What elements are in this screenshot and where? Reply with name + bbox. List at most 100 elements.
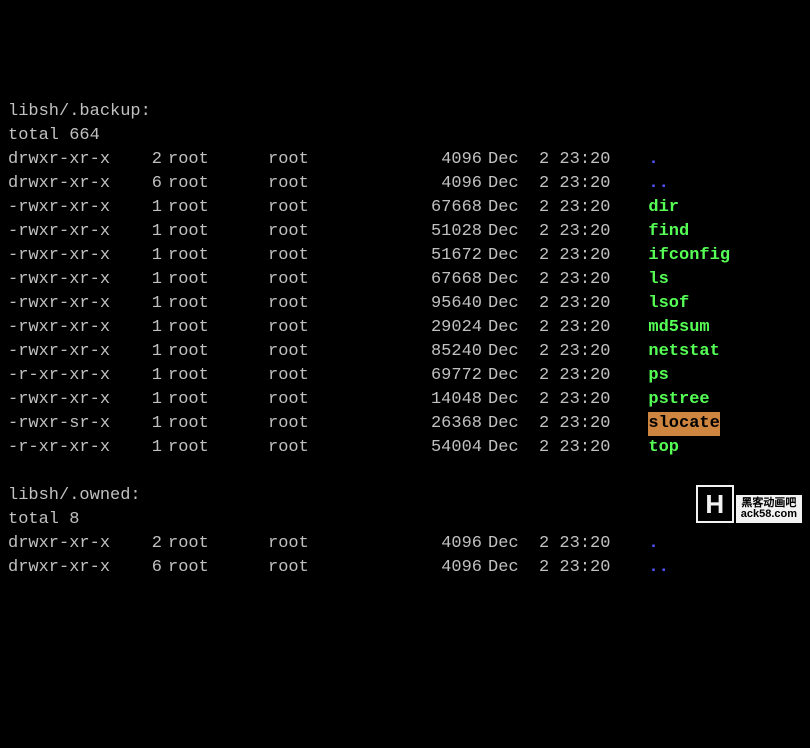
file-name: md5sum bbox=[648, 316, 709, 340]
file-date: Dec 2 23:20 bbox=[488, 316, 628, 340]
file-links: 1 bbox=[118, 364, 168, 388]
file-size: 67668 bbox=[388, 268, 488, 292]
file-size: 4096 bbox=[388, 172, 488, 196]
file-name: . bbox=[648, 148, 658, 172]
file-links: 1 bbox=[118, 220, 168, 244]
file-name: top bbox=[648, 436, 679, 460]
file-name: .. bbox=[648, 556, 668, 580]
file-name: pstree bbox=[648, 388, 709, 412]
file-date: Dec 2 23:20 bbox=[488, 244, 628, 268]
file-group: root bbox=[268, 292, 388, 316]
file-group: root bbox=[268, 220, 388, 244]
file-size: 95640 bbox=[388, 292, 488, 316]
file-size: 85240 bbox=[388, 340, 488, 364]
file-links: 1 bbox=[118, 268, 168, 292]
file-links: 6 bbox=[118, 556, 168, 580]
file-size: 54004 bbox=[388, 436, 488, 460]
file-group: root bbox=[268, 316, 388, 340]
blank-line bbox=[8, 460, 802, 484]
file-row: -rwxr-sr-x1rootroot26368Dec 2 23:20 sloc… bbox=[8, 412, 802, 436]
file-owner: root bbox=[168, 316, 268, 340]
file-owner: root bbox=[168, 148, 268, 172]
file-perms: -rwxr-xr-x bbox=[8, 388, 118, 412]
file-row: -rwxr-xr-x1rootroot95640Dec 2 23:20 lsof bbox=[8, 292, 802, 316]
file-perms: -rwxr-xr-x bbox=[8, 340, 118, 364]
file-group: root bbox=[268, 556, 388, 580]
file-perms: drwxr-xr-x bbox=[8, 556, 118, 580]
watermark-box: 黑客动画吧 ack58.com bbox=[736, 495, 802, 523]
file-name: slocate bbox=[648, 412, 719, 436]
file-row: -rwxr-xr-x1rootroot51672Dec 2 23:20 ifco… bbox=[8, 244, 802, 268]
file-row: -rwxr-xr-x1rootroot29024Dec 2 23:20 md5s… bbox=[8, 316, 802, 340]
file-size: 4096 bbox=[388, 148, 488, 172]
file-owner: root bbox=[168, 532, 268, 556]
file-links: 1 bbox=[118, 388, 168, 412]
file-row: -rwxr-xr-x1rootroot67668Dec 2 23:20 ls bbox=[8, 268, 802, 292]
file-name: . bbox=[648, 532, 658, 556]
file-size: 4096 bbox=[388, 532, 488, 556]
file-group: root bbox=[268, 364, 388, 388]
file-date: Dec 2 23:20 bbox=[488, 172, 628, 196]
file-perms: drwxr-xr-x bbox=[8, 532, 118, 556]
file-name: find bbox=[648, 220, 689, 244]
file-date: Dec 2 23:20 bbox=[488, 364, 628, 388]
file-links: 1 bbox=[118, 292, 168, 316]
section-header: libsh/.owned: bbox=[8, 484, 802, 508]
watermark: H 黑客动画吧 ack58.com bbox=[696, 485, 802, 523]
file-size: 69772 bbox=[388, 364, 488, 388]
watermark-logo: H bbox=[696, 485, 734, 523]
file-owner: root bbox=[168, 412, 268, 436]
file-size: 26368 bbox=[388, 412, 488, 436]
file-date: Dec 2 23:20 bbox=[488, 556, 628, 580]
file-owner: root bbox=[168, 436, 268, 460]
watermark-site: ack58.com bbox=[741, 509, 797, 520]
file-date: Dec 2 23:20 bbox=[488, 412, 628, 436]
file-group: root bbox=[268, 436, 388, 460]
file-date: Dec 2 23:20 bbox=[488, 340, 628, 364]
file-row: -rwxr-xr-x1rootroot85240Dec 2 23:20 nets… bbox=[8, 340, 802, 364]
file-perms: -rwxr-xr-x bbox=[8, 220, 118, 244]
file-links: 1 bbox=[118, 316, 168, 340]
file-date: Dec 2 23:20 bbox=[488, 292, 628, 316]
file-date: Dec 2 23:20 bbox=[488, 196, 628, 220]
file-links: 1 bbox=[118, 340, 168, 364]
file-group: root bbox=[268, 244, 388, 268]
file-row: -rwxr-xr-x1rootroot14048Dec 2 23:20 pstr… bbox=[8, 388, 802, 412]
file-perms: -rwxr-xr-x bbox=[8, 268, 118, 292]
file-group: root bbox=[268, 148, 388, 172]
file-row: drwxr-xr-x6rootroot4096Dec 2 23:20 .. bbox=[8, 556, 802, 580]
file-owner: root bbox=[168, 268, 268, 292]
file-owner: root bbox=[168, 364, 268, 388]
file-size: 14048 bbox=[388, 388, 488, 412]
file-owner: root bbox=[168, 244, 268, 268]
section-header: libsh/.backup: bbox=[8, 100, 802, 124]
file-row: drwxr-xr-x2rootroot4096Dec 2 23:20 . bbox=[8, 532, 802, 556]
file-links: 1 bbox=[118, 244, 168, 268]
file-perms: -r-xr-xr-x bbox=[8, 436, 118, 460]
file-group: root bbox=[268, 340, 388, 364]
file-size: 4096 bbox=[388, 556, 488, 580]
file-owner: root bbox=[168, 388, 268, 412]
file-size: 51672 bbox=[388, 244, 488, 268]
file-group: root bbox=[268, 532, 388, 556]
terminal-output: libsh/.backup:total 664drwxr-xr-x2rootro… bbox=[8, 100, 802, 580]
file-row: drwxr-xr-x2rootroot4096Dec 2 23:20 . bbox=[8, 148, 802, 172]
file-size: 29024 bbox=[388, 316, 488, 340]
file-name: ifconfig bbox=[648, 244, 730, 268]
file-perms: -rwxr-xr-x bbox=[8, 316, 118, 340]
file-owner: root bbox=[168, 556, 268, 580]
file-row: -r-xr-xr-x1rootroot54004Dec 2 23:20 top bbox=[8, 436, 802, 460]
file-date: Dec 2 23:20 bbox=[488, 148, 628, 172]
file-name: dir bbox=[648, 196, 679, 220]
file-owner: root bbox=[168, 220, 268, 244]
file-links: 1 bbox=[118, 412, 168, 436]
file-row: drwxr-xr-x6rootroot4096Dec 2 23:20 .. bbox=[8, 172, 802, 196]
file-owner: root bbox=[168, 172, 268, 196]
file-perms: drwxr-xr-x bbox=[8, 172, 118, 196]
file-size: 67668 bbox=[388, 196, 488, 220]
file-date: Dec 2 23:20 bbox=[488, 220, 628, 244]
file-owner: root bbox=[168, 196, 268, 220]
file-links: 6 bbox=[118, 172, 168, 196]
file-perms: drwxr-xr-x bbox=[8, 148, 118, 172]
file-perms: -rwxr-xr-x bbox=[8, 292, 118, 316]
